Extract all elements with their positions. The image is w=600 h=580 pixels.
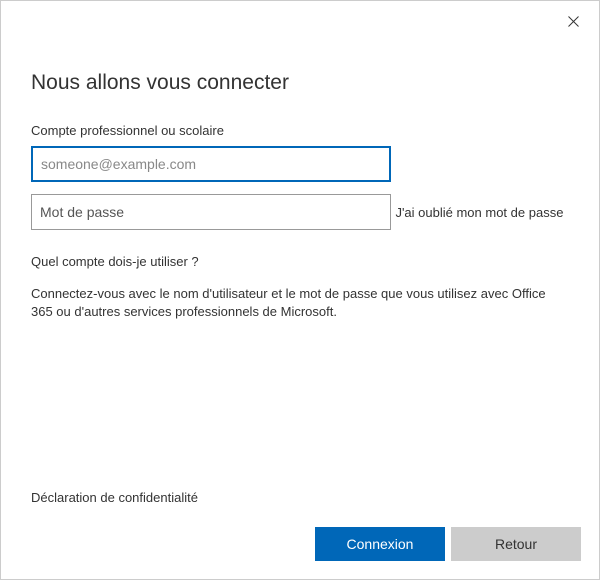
which-account-label: Quel compte dois-je utiliser ? [31, 254, 569, 269]
account-label: Compte professionnel ou scolaire [31, 123, 569, 138]
privacy-link[interactable]: Déclaration de confidentialité [31, 490, 198, 505]
dialog-content: Nous allons vous connecter Compte profes… [1, 1, 599, 321]
email-field[interactable] [31, 146, 391, 182]
close-button[interactable] [553, 5, 593, 37]
password-field[interactable] [31, 194, 391, 230]
description-text: Connectez-vous avec le nom d'utilisateur… [31, 285, 569, 321]
forgot-password-link[interactable]: J'ai oublié mon mot de passe [395, 205, 563, 220]
page-title: Nous allons vous connecter [31, 71, 569, 95]
back-button[interactable]: Retour [451, 527, 581, 561]
signin-button[interactable]: Connexion [315, 527, 445, 561]
signin-dialog: Nous allons vous connecter Compte profes… [0, 0, 600, 580]
dialog-footer: Connexion Retour [315, 527, 581, 561]
close-icon [568, 16, 579, 27]
